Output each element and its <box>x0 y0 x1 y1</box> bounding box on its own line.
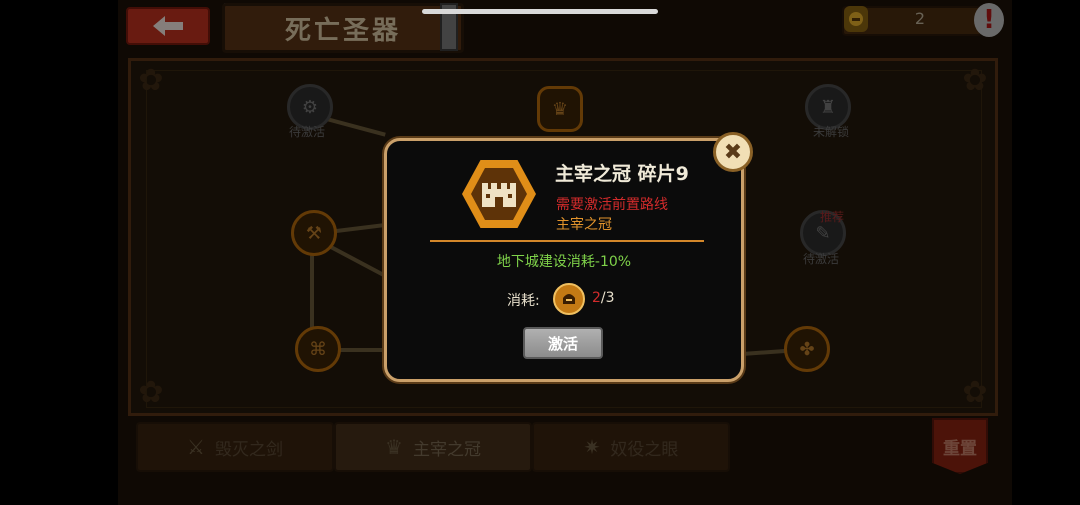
required-route-text: 主宰之冠 <box>556 217 612 233</box>
requirement-text: 需要激活前置路线 <box>556 197 668 213</box>
effect-text: 地下城建设消耗-10% <box>496 254 632 270</box>
close-button[interactable]: ✖ <box>713 132 753 172</box>
castle-icon <box>482 183 516 207</box>
activate-label: 激活 <box>547 334 578 353</box>
cost-value: 2/3 <box>592 290 615 306</box>
home-indicator[interactable] <box>422 9 658 14</box>
close-icon: ✖ <box>723 139 743 165</box>
divider <box>430 240 704 242</box>
fragment-title: 主宰之冠 碎片9 <box>555 163 689 185</box>
cost-label: 消耗: <box>507 293 540 309</box>
activate-button[interactable]: 激活 <box>523 327 603 359</box>
helmet-token-icon <box>553 283 585 315</box>
cost-have: 2 <box>592 290 601 306</box>
cost-need: 3 <box>605 290 615 306</box>
